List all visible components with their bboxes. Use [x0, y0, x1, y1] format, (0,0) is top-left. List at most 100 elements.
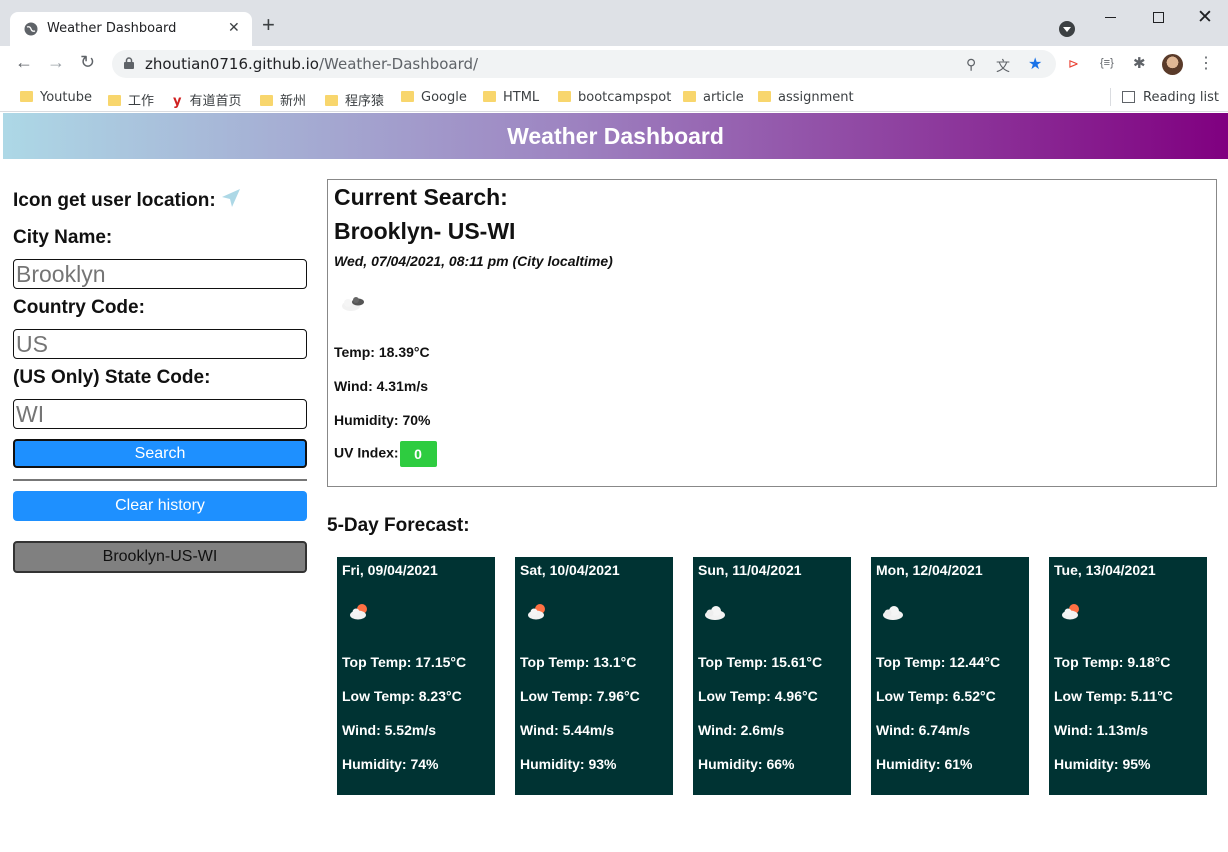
current-temp: Temp: 18.39°C [334, 344, 430, 360]
forecast-humidity: Humidity: 95% [1054, 756, 1151, 772]
url-host: zhoutian0716.github.io [145, 55, 319, 73]
bookmark-item[interactable]: bootcampspot [558, 90, 671, 105]
forecast-top-temp: Top Temp: 13.1°C [520, 654, 637, 670]
forecast-date: Mon, 12/04/2021 [876, 562, 983, 578]
reload-icon[interactable]: ↻ [80, 52, 95, 73]
close-tab-icon[interactable]: ✕ [228, 19, 240, 36]
location-pin-icon[interactable]: ⚲ [966, 56, 976, 73]
uv-label: UV Index: [334, 444, 399, 461]
back-icon[interactable]: ← [15, 52, 33, 73]
forecast-card: Sun, 11/04/2021 Top Temp: 15.61°C Low Te… [693, 557, 851, 795]
page-header: Weather Dashboard [3, 113, 1228, 159]
current-city: Brooklyn- US-WI [334, 218, 516, 244]
state-input[interactable]: WI [13, 399, 307, 429]
tab-search-icon[interactable] [1059, 21, 1075, 37]
window-close-icon[interactable]: ✕ [1197, 6, 1213, 29]
forecast-wind: Wind: 5.44m/s [520, 722, 615, 738]
city-label: City Name: [13, 227, 113, 248]
clear-history-button[interactable]: Clear history [13, 491, 307, 521]
extension-cast-icon[interactable]: ⊳ [1068, 56, 1079, 72]
folder-icon [20, 91, 33, 102]
current-datetime: Wed, 07/04/2021, 08:11 pm (City localtim… [334, 253, 613, 269]
profile-avatar[interactable] [1162, 54, 1183, 75]
forecast-humidity: Humidity: 74% [342, 756, 439, 772]
forecast-low-temp: Low Temp: 6.52°C [876, 688, 996, 704]
partly-cloudy-icon [528, 604, 545, 620]
bookmark-label: Youtube [40, 90, 92, 105]
search-button[interactable]: Search [13, 439, 307, 468]
forecast-wind: Wind: 6.74m/s [876, 722, 971, 738]
reading-list-button[interactable]: Reading list [1122, 90, 1219, 105]
folder-icon [683, 91, 696, 102]
uv-badge: 0 [399, 441, 437, 467]
bookmark-item[interactable]: 程序猿 [325, 90, 384, 109]
current-heading: Current Search: [334, 184, 508, 210]
bookmark-item[interactable]: HTML [483, 90, 539, 105]
current-weather-panel: Current Search: Brooklyn- US-WI Wed, 07/… [327, 179, 1217, 487]
bookmark-item[interactable]: y 有道首页 [173, 90, 242, 109]
bookmark-label: HTML [503, 90, 540, 105]
translate-icon[interactable]: 文 [996, 56, 1010, 76]
json-extension-icon[interactable]: {≡} [1100, 57, 1114, 69]
browser-titlebar: Weather Dashboard ✕ + ✕ [0, 0, 1228, 46]
bookmark-item[interactable]: Youtube [20, 90, 92, 105]
address-bar[interactable]: zhoutian0716.github.io/Weather-Dashboard… [112, 50, 1056, 78]
extensions-puzzle-icon[interactable]: ✱ [1133, 54, 1146, 72]
url-path: /Weather-Dashboard/ [318, 55, 479, 73]
forecast-top-temp: Top Temp: 15.61°C [698, 654, 823, 670]
bookmark-label: 新州 [280, 94, 307, 109]
forecast-date: Sat, 10/04/2021 [520, 562, 620, 578]
city-input[interactable]: Brooklyn [13, 259, 307, 289]
forecast-low-temp: Low Temp: 4.96°C [698, 688, 818, 704]
folder-icon [401, 91, 414, 102]
bookmark-item[interactable]: 工作 [108, 90, 154, 109]
country-input[interactable]: US [13, 329, 307, 359]
bookmark-label: assignment [778, 90, 854, 105]
reading-list-label: Reading list [1143, 90, 1219, 105]
new-tab-icon[interactable]: + [262, 14, 275, 36]
lock-icon [124, 57, 134, 69]
forward-icon[interactable]: → [47, 52, 65, 73]
cloudy-icon [705, 606, 725, 620]
minimize-icon[interactable] [1105, 17, 1116, 18]
forecast-top-temp: Top Temp: 12.44°C [876, 654, 1001, 670]
bookmark-item[interactable]: Google [401, 90, 467, 105]
forecast-wind: Wind: 2.6m/s [698, 722, 785, 738]
forecast-date: Tue, 13/04/2021 [1054, 562, 1156, 578]
bookmark-item[interactable]: article [683, 90, 744, 105]
tab-title: Weather Dashboard [47, 21, 177, 36]
partly-cloudy-icon [350, 604, 367, 620]
location-label-text: Icon get user location: [13, 190, 216, 211]
sidebar-divider [13, 479, 307, 481]
browser-tab[interactable]: Weather Dashboard ✕ [10, 12, 252, 46]
forecast-card: Tue, 13/04/2021 Top Temp: 9.18°C Low Tem… [1049, 557, 1207, 795]
url-text: zhoutian0716.github.io/Weather-Dashboard… [145, 55, 478, 73]
current-wind: Wind: 4.31m/s [334, 378, 429, 394]
folder-icon [108, 95, 121, 106]
country-label: Country Code: [13, 297, 145, 318]
bookmarks-separator [1110, 88, 1111, 106]
forecast-date: Fri, 09/04/2021 [342, 562, 438, 578]
bookmark-label: 程序猿 [345, 94, 385, 109]
menu-icon[interactable]: ⋮ [1198, 53, 1214, 73]
bookmark-star-icon[interactable]: ★ [1028, 54, 1042, 74]
location-label: Icon get user location: [13, 187, 242, 212]
forecast-low-temp: Low Temp: 7.96°C [520, 688, 640, 704]
bookmark-label: bootcampspot [578, 90, 672, 105]
bookmark-item[interactable]: assignment [758, 90, 854, 105]
forecast-wind: Wind: 5.52m/s [342, 722, 437, 738]
folder-icon [558, 91, 571, 102]
forecast-humidity: Humidity: 66% [698, 756, 795, 772]
bookmarks-bar: Youtube 工作 y 有道首页 新州 程序猿 Google HTML boot… [0, 82, 1228, 112]
broken-clouds-icon [342, 297, 364, 311]
forecast-card: Fri, 09/04/2021 Top Temp: 17.15°C Low Te… [337, 557, 495, 795]
location-arrow-icon[interactable] [220, 187, 242, 209]
forecast-card: Mon, 12/04/2021 Top Temp: 12.44°C Low Te… [871, 557, 1029, 795]
globe-icon [24, 22, 38, 36]
page: Weather Dashboard Icon get user location… [3, 113, 1228, 852]
maximize-icon[interactable] [1153, 12, 1164, 23]
bookmark-label: 有道首页 [189, 94, 242, 109]
bookmark-item[interactable]: 新州 [260, 90, 306, 109]
bookmark-label: Google [421, 90, 467, 105]
history-item[interactable]: Brooklyn-US-WI [13, 541, 307, 573]
